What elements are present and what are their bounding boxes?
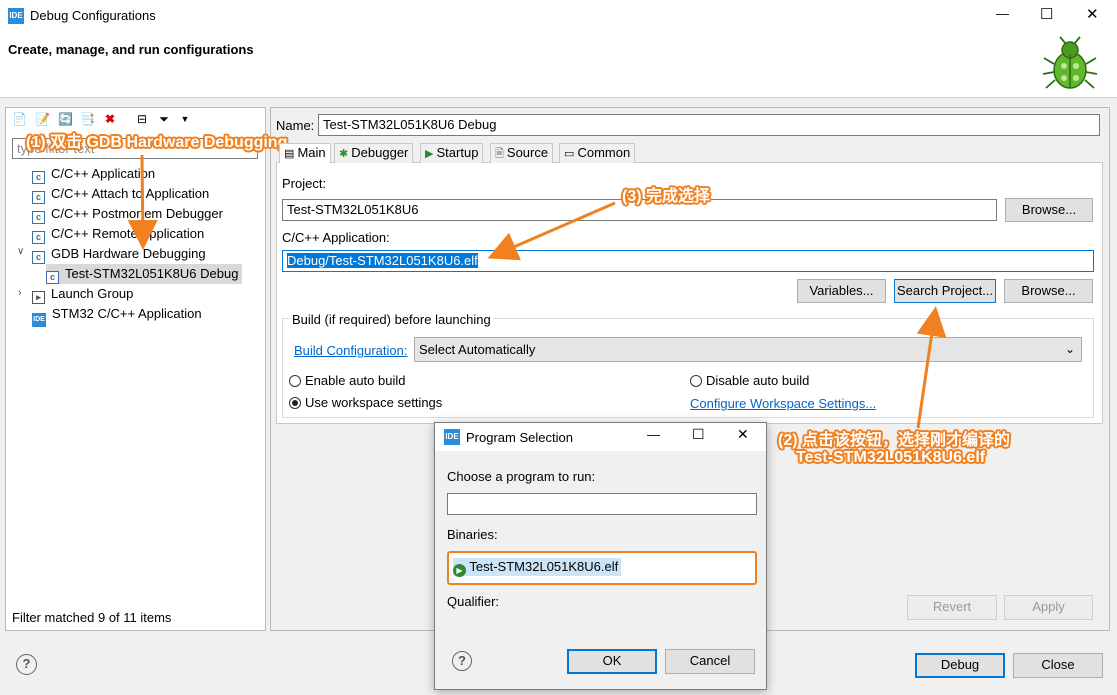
build-group-label: Build (if required) before launching bbox=[290, 312, 493, 327]
new-prototype-icon[interactable]: 📝 bbox=[35, 112, 50, 126]
use-workspace-radio[interactable]: Use workspace settings bbox=[289, 395, 442, 410]
run-icon: ▶ bbox=[453, 564, 466, 577]
common-tab-icon: ▭ bbox=[564, 148, 578, 160]
binary-list-item[interactable]: ▶ Test-STM32L051K8U6.elf bbox=[453, 558, 622, 577]
export-icon[interactable]: 🔄 bbox=[58, 112, 73, 126]
browse-app-button[interactable]: Browse... bbox=[1004, 279, 1093, 303]
c-config-icon: c bbox=[32, 251, 45, 264]
tab-main[interactable]: ▤ Main bbox=[279, 143, 331, 163]
revert-button[interactable]: Revert bbox=[907, 595, 997, 620]
header-banner: Create, manage, and run configurations bbox=[0, 32, 1117, 98]
project-label: Project: bbox=[282, 176, 327, 191]
application-field[interactable]: Debug/Test-STM32L051K8U6.elf bbox=[282, 250, 1094, 272]
main-tab-icon: ▤ bbox=[284, 148, 298, 160]
tab-common[interactable]: ▭ Common bbox=[559, 143, 636, 163]
radio-icon bbox=[690, 375, 702, 387]
dialog-title-bar: IDE Program Selection — ☐ ✕ bbox=[435, 423, 766, 451]
launch-group-icon: ▸ bbox=[32, 291, 45, 304]
dropdown-icon[interactable]: ▼ bbox=[178, 112, 192, 126]
tree-item-gdb-hardware[interactable]: c GDB Hardware Debugging bbox=[32, 244, 206, 264]
qualifier-label: Qualifier: bbox=[447, 594, 500, 609]
disable-auto-build-radio[interactable]: Disable auto build bbox=[690, 373, 809, 388]
tree-item-postmortem[interactable]: c C/C++ Postmortem Debugger bbox=[32, 204, 223, 224]
maximize-button[interactable]: ☐ bbox=[1040, 5, 1053, 23]
tree-item-stm32[interactable]: IDE STM32 C/C++ Application bbox=[32, 304, 202, 327]
tree-item-c-application[interactable]: c C/C++ Application bbox=[32, 164, 155, 184]
apply-button[interactable]: Apply bbox=[1004, 595, 1093, 620]
radio-icon bbox=[289, 397, 301, 409]
annotation-step-2-line1: (2) 点击该按钮，选择刚才编译的 bbox=[778, 432, 1011, 449]
search-project-button[interactable]: Search Project... bbox=[894, 279, 996, 303]
tab-debugger[interactable]: ✱ Debugger bbox=[334, 143, 414, 163]
tree-item-remote[interactable]: c C/C++ Remote Application bbox=[32, 224, 204, 244]
dialog-title: Program Selection bbox=[466, 430, 573, 445]
name-field[interactable]: Test-STM32L051K8U6 Debug bbox=[318, 114, 1100, 136]
program-selection-dialog: IDE Program Selection — ☐ ✕ Choose a pro… bbox=[434, 422, 767, 690]
tree-item-test-debug[interactable]: c Test-STM32L051K8U6 Debug bbox=[46, 264, 243, 284]
startup-tab-icon: ▶ bbox=[425, 148, 437, 160]
c-config-icon: c bbox=[32, 211, 45, 224]
binaries-list[interactable]: ▶ Test-STM32L051K8U6.elf bbox=[447, 551, 757, 585]
dialog-minimize-button[interactable]: — bbox=[647, 427, 660, 442]
c-config-icon: c bbox=[32, 191, 45, 204]
help-icon[interactable]: ? bbox=[16, 654, 37, 675]
c-config-icon: c bbox=[32, 231, 45, 244]
chevron-down-icon: ⌄ bbox=[1064, 342, 1075, 356]
dialog-app-icon: IDE bbox=[444, 429, 460, 445]
variables-button[interactable]: Variables... bbox=[797, 279, 886, 303]
annotation-step-3: (3) 完成选择 bbox=[622, 188, 711, 205]
application-value: Debug/Test-STM32L051K8U6.elf bbox=[287, 253, 478, 268]
header-text: Create, manage, and run configurations bbox=[8, 42, 254, 57]
close-button[interactable]: ✕ bbox=[1086, 5, 1099, 23]
tab-startup[interactable]: ▶ Startup bbox=[420, 143, 484, 163]
build-configuration-select[interactable]: Select Automatically ⌄ bbox=[414, 337, 1082, 362]
tab-source[interactable]: 🗎 Source bbox=[490, 143, 554, 163]
program-filter-input[interactable] bbox=[447, 493, 757, 515]
tree-item-launch-group[interactable]: ▸ Launch Group bbox=[32, 284, 133, 304]
title-bar: IDE Debug Configurations — ☐ ✕ bbox=[0, 0, 1117, 32]
build-configuration-link[interactable]: Build Configuration: bbox=[294, 343, 407, 358]
browse-project-button[interactable]: Browse... bbox=[1005, 198, 1093, 222]
window-title: Debug Configurations bbox=[30, 8, 156, 23]
filter-status: Filter matched 9 of 11 items bbox=[12, 610, 172, 625]
dialog-close-button[interactable]: ✕ bbox=[737, 426, 749, 443]
debug-button[interactable]: Debug bbox=[915, 653, 1005, 678]
duplicate-icon[interactable]: 📑 bbox=[80, 112, 95, 126]
minimize-button[interactable]: — bbox=[996, 6, 1009, 21]
debugger-tab-icon: ✱ bbox=[339, 148, 352, 160]
annotation-step-1: (1) 双击 GDB Hardware Debugging bbox=[26, 134, 288, 151]
binary-item-label: Test-STM32L051K8U6.elf bbox=[469, 559, 619, 574]
tree-item-attach[interactable]: c C/C++ Attach to Application bbox=[32, 184, 209, 204]
cancel-button[interactable]: Cancel bbox=[665, 649, 755, 674]
chevron-right-icon[interactable]: › bbox=[18, 287, 22, 299]
filter-icon[interactable]: ⏷ bbox=[157, 112, 171, 126]
close-dialog-button[interactable]: Close bbox=[1013, 653, 1103, 678]
dialog-help-icon[interactable]: ? bbox=[452, 651, 472, 671]
app-icon: IDE bbox=[8, 8, 24, 24]
build-config-value: Select Automatically bbox=[419, 342, 536, 357]
binaries-label: Binaries: bbox=[447, 527, 498, 542]
radio-icon bbox=[289, 375, 301, 387]
collapse-all-icon[interactable]: ⊟ bbox=[135, 112, 149, 126]
new-config-icon[interactable]: 📄 bbox=[12, 112, 27, 126]
application-label: C/C++ Application: bbox=[282, 230, 390, 245]
ok-button[interactable]: OK bbox=[567, 649, 657, 674]
source-tab-icon: 🗎 bbox=[495, 148, 507, 160]
configure-workspace-link[interactable]: Configure Workspace Settings... bbox=[690, 396, 876, 411]
delete-icon[interactable]: ✖ bbox=[103, 112, 117, 126]
enable-auto-build-radio[interactable]: Enable auto build bbox=[289, 373, 405, 388]
dialog-maximize-button[interactable]: ☐ bbox=[692, 426, 705, 443]
bug-icon bbox=[1042, 36, 1098, 89]
chevron-down-icon[interactable]: ∨ bbox=[17, 246, 24, 257]
ide-icon: IDE bbox=[32, 313, 46, 327]
c-config-icon: c bbox=[46, 271, 59, 284]
annotation-step-2-line2: Test-STM32L051K8U6.elf bbox=[796, 449, 986, 466]
c-config-icon: c bbox=[32, 171, 45, 184]
choose-program-label: Choose a program to run: bbox=[447, 469, 596, 484]
